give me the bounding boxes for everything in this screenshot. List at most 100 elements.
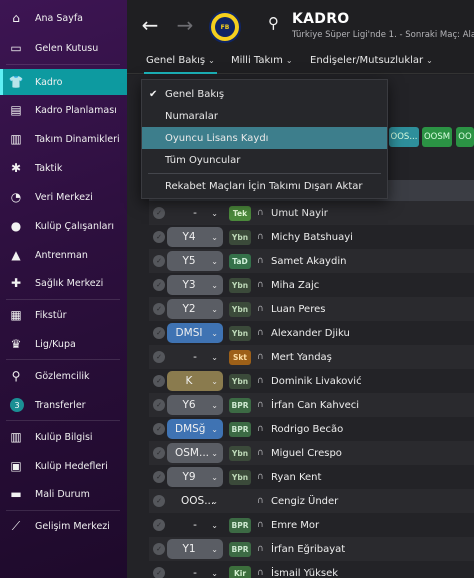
checkmark-icon[interactable]: ✓ <box>153 375 165 387</box>
registration-select[interactable]: Y4 ⌄ <box>167 227 223 247</box>
registration-select[interactable]: - ⌄ <box>167 203 223 223</box>
chevron-down-icon: ⌄ <box>211 376 218 386</box>
club-crest-icon[interactable]: FB <box>209 11 241 43</box>
player-name[interactable]: Miha Zajc <box>271 280 319 291</box>
player-row[interactable]: ✓ Y3 ⌄ Ybn ∩ Miha Zajc <box>149 273 474 297</box>
checkmark-icon[interactable]: ✓ <box>153 495 165 507</box>
sidebar-item-dynamics[interactable]: ▥ Takım Dinamikleri <box>0 126 127 152</box>
finance-icon: ▬ <box>10 487 22 501</box>
player-name[interactable]: Luan Peres <box>271 304 325 315</box>
player-name[interactable]: Mert Yandaş <box>271 352 332 363</box>
sidebar-item-club-info[interactable]: ▥ Kulüp Bilgisi <box>0 424 127 450</box>
sidebar-item-fixtures[interactable]: ▦ Fikstür <box>0 302 127 328</box>
player-row[interactable]: ✓ - ⌄ Skt ∩ Mert Yandaş <box>149 345 474 369</box>
checkmark-icon[interactable]: ✓ <box>153 543 165 555</box>
registration-select[interactable]: - ⌄ <box>167 515 223 535</box>
tab-concerns[interactable]: Endişeler/Mutsuzluklar ⌄ <box>310 55 433 66</box>
player-row[interactable]: ✓ OOS... ⌄ ∩ Cengiz Ünder <box>149 489 474 513</box>
player-row[interactable]: ✓ Y9 ⌄ Ybn ∩ Ryan Kent <box>149 465 474 489</box>
sidebar-item-club-vision[interactable]: ▣ Kulüp Hedefleri <box>0 453 127 479</box>
sidebar-item-dev-centre[interactable]: ⟋ Gelişim Merkezi <box>0 513 127 539</box>
search-icon[interactable]: ⚲ <box>268 14 279 32</box>
checkmark-icon[interactable]: ✓ <box>153 303 165 315</box>
registration-select[interactable]: OOS... ⌄ <box>167 491 223 511</box>
registration-select[interactable]: DMSğ ⌄ <box>167 419 223 439</box>
registration-select[interactable]: Y6 ⌄ <box>167 395 223 415</box>
sidebar-item-finances[interactable]: ▬ Mali Durum <box>0 481 127 507</box>
player-row[interactable]: ✓ DMSI ⌄ Ybn ∩ Alexander Djiku <box>149 321 474 345</box>
registration-select[interactable]: Y3 ⌄ <box>167 275 223 295</box>
forward-arrow-icon[interactable]: → <box>173 13 197 37</box>
menu-item-export-squad[interactable]: Rekabet Maçları İçin Takımı Dışarı Aktar <box>142 175 387 197</box>
player-row[interactable]: ✓ DMSğ ⌄ BPR ∩ Rodrigo Becão <box>149 417 474 441</box>
player-name[interactable]: Miguel Crespo <box>271 448 342 459</box>
player-name[interactable]: İrfan Eğribayat <box>271 544 345 555</box>
sidebar-item-inbox[interactable]: ▭ Gelen Kutusu <box>0 35 127 61</box>
sidebar-item-data-hub[interactable]: ◔ Veri Merkezi <box>0 184 127 210</box>
player-name[interactable]: Dominik Livaković <box>271 376 362 387</box>
player-row[interactable]: ✓ - ⌄ Tek ∩ Umut Nayir <box>149 201 474 225</box>
menu-item-numbers[interactable]: Numaralar <box>142 105 387 127</box>
sidebar-item-squad-planner[interactable]: ▤ Kadro Planlaması <box>0 97 127 123</box>
player-row[interactable]: ✓ K ⌄ Ybn ∩ Dominik Livaković <box>149 369 474 393</box>
player-row[interactable]: ✓ Y6 ⌄ BPR ∩ İrfan Can Kahveci <box>149 393 474 417</box>
checkmark-icon[interactable]: ✓ <box>153 231 165 243</box>
player-row[interactable]: ✓ - ⌄ BPR ∩ Emre Mor <box>149 513 474 537</box>
sidebar-item-competitions[interactable]: ♛ Lig/Kupa <box>0 331 127 357</box>
sidebar-item-training[interactable]: ▲ Antrenman <box>0 242 127 268</box>
tab-overview[interactable]: Genel Bakış ⌄ <box>144 55 217 74</box>
checkmark-icon[interactable]: ✓ <box>153 567 165 578</box>
player-name[interactable]: Samet Akaydin <box>271 256 346 267</box>
player-row[interactable]: ✓ - ⌄ Kir ∩ İsmail Yüksek <box>149 561 474 578</box>
registration-select[interactable]: Y1 ⌄ <box>167 539 223 559</box>
checkmark-icon[interactable]: ✓ <box>153 327 165 339</box>
registration-select[interactable]: Y2 ⌄ <box>167 299 223 319</box>
registration-badge[interactable]: OO <box>456 127 474 147</box>
checkmark-icon[interactable]: ✓ <box>153 351 165 363</box>
sidebar-item-transfers[interactable]: 3 Transferler <box>0 392 127 418</box>
sidebar-item-staff[interactable]: ● Kulüp Çalışanları <box>0 213 127 239</box>
registration-badge[interactable]: OOS... <box>389 127 419 147</box>
player-name[interactable]: Cengiz Ünder <box>271 496 338 507</box>
player-row[interactable]: ✓ Y1 ⌄ BPR ∩ İrfan Eğribayat <box>149 537 474 561</box>
player-name[interactable]: Rodrigo Becão <box>271 424 343 435</box>
sidebar-item-tactics[interactable]: ✱ Taktik <box>0 155 127 181</box>
player-row[interactable]: ✓ Y5 ⌄ TaD ∩ Samet Akaydin <box>149 249 474 273</box>
player-name[interactable]: Alexander Djiku <box>271 328 350 339</box>
player-row[interactable]: ✓ Y2 ⌄ Ybn ∩ Luan Peres <box>149 297 474 321</box>
player-name[interactable]: İsmail Yüksek <box>271 568 338 578</box>
checkmark-icon[interactable]: ✓ <box>153 423 165 435</box>
checkmark-icon[interactable]: ✓ <box>153 471 165 483</box>
registration-select[interactable]: Y5 ⌄ <box>167 251 223 271</box>
registration-select[interactable]: - ⌄ <box>167 347 223 367</box>
back-arrow-icon[interactable]: ← <box>138 13 162 37</box>
checkmark-icon[interactable]: ✓ <box>153 207 165 219</box>
registration-select[interactable]: OSM... ⌄ <box>167 443 223 463</box>
menu-item-player-registration[interactable]: Oyuncu Lisans Kaydı <box>142 127 387 149</box>
registration-badge[interactable]: OOSM <box>422 127 452 147</box>
checkmark-icon[interactable]: ✓ <box>153 255 165 267</box>
player-name[interactable]: Ryan Kent <box>271 472 321 483</box>
checkmark-icon[interactable]: ✓ <box>153 279 165 291</box>
registration-select[interactable]: K ⌄ <box>167 371 223 391</box>
registration-select[interactable]: Y9 ⌄ <box>167 467 223 487</box>
player-name[interactable]: Umut Nayir <box>271 208 328 219</box>
checkmark-icon[interactable]: ✓ <box>153 519 165 531</box>
checkmark-icon[interactable]: ✓ <box>153 447 165 459</box>
registration-select[interactable]: - ⌄ <box>167 563 223 578</box>
menu-item-label: Genel Bakış <box>165 88 225 100</box>
checkmark-icon[interactable]: ✓ <box>153 399 165 411</box>
menu-item-all-players[interactable]: Tüm Oyuncular <box>142 149 387 171</box>
player-name[interactable]: İrfan Can Kahveci <box>271 400 359 411</box>
player-name[interactable]: Michy Batshuayi <box>271 232 353 243</box>
sidebar-item-medical[interactable]: ✚ Sağlık Merkezi <box>0 270 127 296</box>
sidebar-item-home[interactable]: ⌂ Ana Sayfa <box>0 5 127 31</box>
tab-national-team[interactable]: Milli Takım ⌄ <box>231 55 293 66</box>
sidebar-item-scouting[interactable]: ⚲ Gözlemcilik <box>0 363 127 389</box>
player-row[interactable]: ✓ OSM... ⌄ Ybn ∩ Miguel Crespo <box>149 441 474 465</box>
player-row[interactable]: ✓ Y4 ⌄ Ybn ∩ Michy Batshuayi <box>149 225 474 249</box>
sidebar-item-squad[interactable]: 👕 Kadro <box>0 69 127 95</box>
menu-item-overview[interactable]: ✔ Genel Bakış <box>142 83 387 105</box>
registration-select[interactable]: DMSI ⌄ <box>167 323 223 343</box>
player-name[interactable]: Emre Mor <box>271 520 319 531</box>
